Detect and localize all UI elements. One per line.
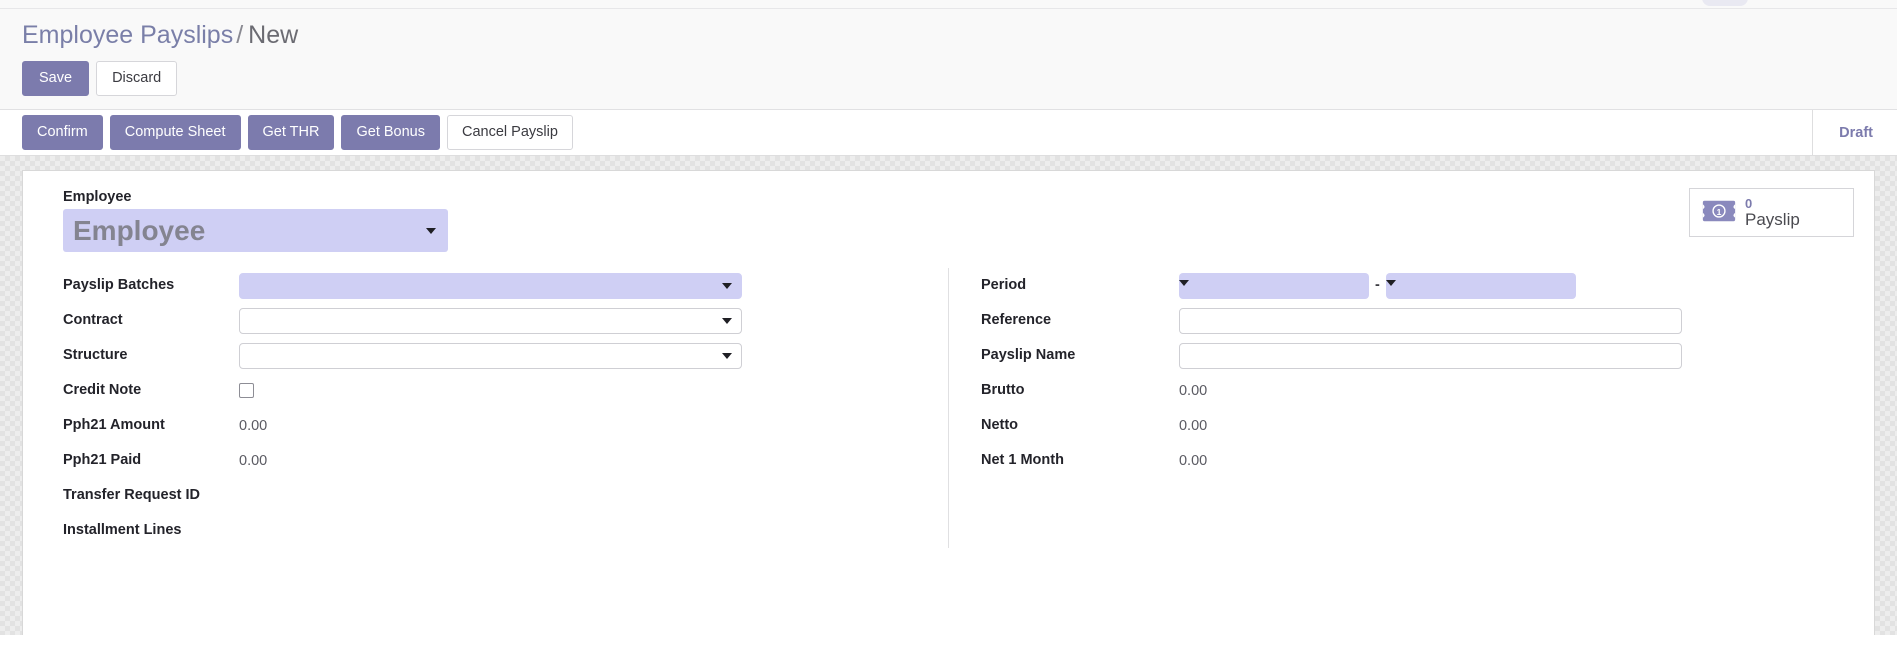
field-row-contract: Contract <box>43 303 948 338</box>
status-badge[interactable]: Draft <box>1839 125 1873 141</box>
button-box: 1 0 Payslip <box>1689 188 1854 238</box>
compute-sheet-button[interactable]: Compute Sheet <box>109 115 241 150</box>
sheet-backdrop: 1 0 Payslip Employee Employee Payslip Ba… <box>0 156 1897 635</box>
partial-offscreen-element <box>1702 0 1748 6</box>
control-panel: Employee Payslips / New Save Discard <box>0 9 1897 110</box>
period-from-select[interactable] <box>1178 272 1369 299</box>
label-payslip-name: Payslip Name <box>980 347 1076 363</box>
label-brutto: Brutto <box>980 382 1025 398</box>
field-row-payslip-batches: Payslip Batches <box>43 268 948 303</box>
breadcrumb-current-record: New <box>248 21 299 49</box>
label-credit-note: Credit Note <box>63 382 142 398</box>
form-columns: Payslip Batches Contract Structure Credi… <box>43 268 1854 548</box>
statusbar: Confirm Compute Sheet Get THR Get Bonus … <box>0 110 1897 156</box>
form-sheet: 1 0 Payslip Employee Employee Payslip Ba… <box>22 170 1875 635</box>
label-netto: Netto <box>980 417 1019 433</box>
label-reference: Reference <box>980 312 1052 328</box>
period-range: - <box>1178 272 1576 299</box>
label-structure: Structure <box>63 347 128 363</box>
record-actions: Save Discard <box>0 50 1897 110</box>
label-pph21-paid: Pph21 Paid <box>63 452 142 468</box>
money-bill-icon: 1 <box>1702 198 1736 228</box>
field-row-transfer-request-id: Transfer Request ID <box>43 478 948 513</box>
field-row-brutto: Brutto 0.00 <box>981 373 1854 408</box>
window-top-edge <box>0 0 1897 9</box>
field-row-net-1-month: Net 1 Month 0.00 <box>981 443 1854 478</box>
field-row-installment-lines: Installment Lines <box>43 513 948 548</box>
net-1-month-value: 0.00 <box>1178 453 1208 469</box>
payslip-name-input[interactable] <box>1178 342 1682 369</box>
breadcrumb-separator: / <box>236 21 244 49</box>
field-row-credit-note: Credit Note <box>43 373 948 408</box>
form-spacer <box>981 478 1854 508</box>
cancel-payslip-button[interactable]: Cancel Payslip <box>447 115 573 150</box>
pph21-paid-value: 0.00 <box>239 453 268 469</box>
chevron-down-icon[interactable] <box>426 227 436 234</box>
field-row-period: Period - <box>981 268 1854 303</box>
credit-note-checkbox[interactable] <box>239 383 254 398</box>
payslip-batches-select[interactable] <box>239 272 742 299</box>
reference-input[interactable] <box>1178 307 1682 334</box>
field-row-pph21-paid: Pph21 Paid 0.00 <box>43 443 948 478</box>
label-net-1-month: Net 1 Month <box>980 452 1064 468</box>
discard-button[interactable]: Discard <box>96 60 178 96</box>
label-installment-lines: Installment Lines <box>63 522 182 538</box>
label-contract: Contract <box>63 312 123 328</box>
label-period: Period <box>980 277 1027 293</box>
get-thr-button[interactable]: Get THR <box>247 115 335 150</box>
form-column-right: Period - Reference Payslip Name Brutto 0… <box>949 268 1854 508</box>
payslip-count: 0 <box>1745 196 1753 211</box>
chevron-down-icon[interactable] <box>722 282 732 289</box>
employee-field-label: Employee <box>63 189 132 205</box>
field-row-payslip-name: Payslip Name <box>981 338 1854 373</box>
payslip-smart-button[interactable]: 1 0 Payslip <box>1689 188 1854 238</box>
payslip-smart-button-label: Payslip <box>1745 209 1800 229</box>
label-payslip-batches: Payslip Batches <box>63 277 175 293</box>
chevron-down-icon[interactable] <box>722 317 732 324</box>
structure-select[interactable] <box>239 342 742 369</box>
label-transfer-request-id: Transfer Request ID <box>63 487 200 503</box>
svg-text:1: 1 <box>1717 207 1722 217</box>
employee-field-group: Employee Employee <box>43 189 1854 252</box>
status-badge-container[interactable]: Draft <box>1812 110 1897 155</box>
breadcrumb-parent-link[interactable]: Employee Payslips <box>22 21 233 49</box>
save-button[interactable]: Save <box>22 60 90 96</box>
employee-input[interactable]: Employee <box>63 209 448 252</box>
field-row-netto: Netto 0.00 <box>981 408 1854 443</box>
period-to-select[interactable] <box>1385 272 1576 299</box>
contract-select[interactable] <box>239 307 742 334</box>
breadcrumb: Employee Payslips / New <box>0 9 1897 50</box>
pph21-amount-value: 0.00 <box>239 418 268 434</box>
field-row-reference: Reference <box>981 303 1854 338</box>
chevron-down-icon[interactable] <box>1385 279 1396 286</box>
field-row-structure: Structure <box>43 338 948 373</box>
form-column-left: Payslip Batches Contract Structure Credi… <box>43 268 948 548</box>
field-row-pph21-amount: Pph21 Amount 0.00 <box>43 408 948 443</box>
chevron-down-icon[interactable] <box>1178 279 1189 286</box>
get-bonus-button[interactable]: Get Bonus <box>341 115 440 150</box>
period-separator: - <box>1374 277 1380 294</box>
netto-value: 0.00 <box>1178 418 1208 434</box>
statusbar-action-buttons: Confirm Compute Sheet Get THR Get Bonus … <box>0 110 573 155</box>
employee-input-placeholder: Employee <box>73 214 206 246</box>
brutto-value: 0.00 <box>1178 383 1208 399</box>
label-pph21-amount: Pph21 Amount <box>63 417 165 433</box>
chevron-down-icon[interactable] <box>722 352 732 359</box>
confirm-button[interactable]: Confirm <box>22 115 103 150</box>
